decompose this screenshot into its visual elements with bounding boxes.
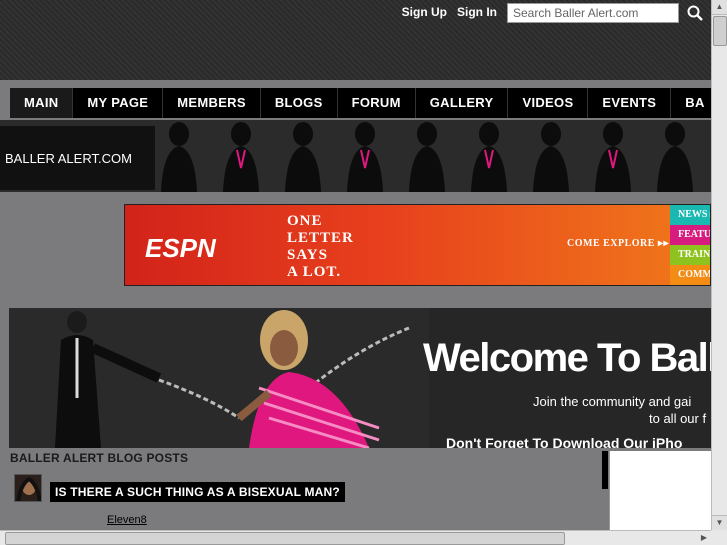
nav-item-forum[interactable]: FORUM bbox=[338, 88, 416, 118]
hero-subtitle: Join the community and gai bbox=[533, 394, 692, 409]
silhouette-figure bbox=[223, 122, 259, 192]
search-icon bbox=[687, 5, 703, 21]
ad-explore-link[interactable]: COME EXPLORE ▸▸ bbox=[567, 238, 669, 249]
ad-tagline-line: SAYS bbox=[287, 247, 328, 263]
account-links: Sign Up Sign In bbox=[402, 5, 497, 19]
vertical-scrollbar[interactable]: ▲ ▼ bbox=[711, 0, 727, 530]
nav-item-events[interactable]: EVENTS bbox=[588, 88, 672, 118]
silhouette-figure bbox=[533, 122, 569, 192]
ad-tagline: ONE LETTER SAYS A LOT. bbox=[287, 213, 354, 281]
site-brand-link[interactable]: BALLER ALERT.COM bbox=[0, 126, 155, 190]
ad-tab-news[interactable]: NEWS ▸▸ bbox=[670, 205, 710, 225]
scroll-down-arrow[interactable]: ▼ bbox=[712, 515, 727, 530]
ad-tab-features[interactable]: FEATU bbox=[670, 225, 710, 245]
ad-tagline-line: LETTER bbox=[287, 230, 354, 246]
nav-item-members[interactable]: MEMBERS bbox=[163, 88, 261, 118]
blog-section-title: BALLER ALERT BLOG POSTS bbox=[10, 451, 189, 465]
hero-title: Welcome To Balle bbox=[423, 336, 711, 380]
horizontal-scrollbar[interactable]: ▶ bbox=[0, 530, 711, 545]
scroll-right-arrow[interactable]: ▶ bbox=[697, 531, 711, 545]
scroll-up-arrow[interactable]: ▲ bbox=[712, 0, 727, 15]
silhouette-figure bbox=[409, 122, 445, 192]
espn-ad[interactable]: ESPN ONE LETTER SAYS A LOT. COME EXPLORE… bbox=[124, 204, 711, 286]
hero-download-note: Don't Forget To Download Our iPho bbox=[446, 435, 683, 448]
nav-item-ba[interactable]: BA bbox=[671, 88, 711, 118]
search-button[interactable] bbox=[683, 3, 707, 23]
vertical-scroll-thumb[interactable] bbox=[713, 16, 727, 46]
silhouette-figure bbox=[657, 122, 693, 192]
ad-tab-community[interactable]: COMM bbox=[670, 265, 710, 285]
sidebar-divider bbox=[602, 451, 608, 489]
sign-in-link[interactable]: Sign In bbox=[457, 5, 497, 19]
post-author-link[interactable]: Eleven8 bbox=[107, 514, 147, 526]
nav-item-gallery[interactable]: GALLERY bbox=[416, 88, 509, 118]
ad-tagline-line: ONE bbox=[287, 213, 323, 229]
silhouette-figure bbox=[595, 122, 631, 192]
sign-up-link[interactable]: Sign Up bbox=[402, 5, 447, 19]
silhouette-figure bbox=[347, 122, 383, 192]
post-avatar[interactable] bbox=[14, 474, 42, 502]
banner-silhouettes bbox=[155, 120, 711, 192]
avatar-image bbox=[15, 475, 41, 501]
blog-post-title[interactable]: IS THERE A SUCH THING AS A BISEXUAL MAN? bbox=[50, 482, 345, 502]
nav-item-my-page[interactable]: MY PAGE bbox=[73, 88, 164, 118]
ad-tabs: NEWS ▸▸ FEATU TRAIN COMM bbox=[670, 205, 710, 285]
hero-subtitle: to all our f bbox=[649, 411, 707, 426]
main-nav: MAIN MY PAGE MEMBERS BLOGS FORUM GALLERY… bbox=[10, 88, 711, 118]
silhouette-figure bbox=[285, 122, 321, 192]
search-input[interactable] bbox=[507, 3, 679, 23]
horizontal-scroll-thumb[interactable] bbox=[5, 532, 565, 545]
nav-item-blogs[interactable]: BLOGS bbox=[261, 88, 338, 118]
silhouette-figure bbox=[161, 122, 197, 192]
ad-tab-training[interactable]: TRAIN bbox=[670, 245, 710, 265]
nav-item-main[interactable]: MAIN bbox=[10, 88, 74, 118]
nav-item-videos[interactable]: VIDEOS bbox=[508, 88, 589, 118]
espn-logo: ESPN bbox=[145, 233, 216, 263]
ad-tagline-line: A LOT. bbox=[287, 264, 342, 280]
sidebar-panel bbox=[609, 451, 712, 531]
scrollbar-corner bbox=[711, 530, 727, 545]
silhouette-figure bbox=[471, 122, 507, 192]
site-banner: BALLER ALERT.COM bbox=[0, 120, 711, 192]
hero-photo bbox=[9, 308, 429, 448]
welcome-hero: Welcome To Balle Join the community and … bbox=[9, 308, 711, 448]
